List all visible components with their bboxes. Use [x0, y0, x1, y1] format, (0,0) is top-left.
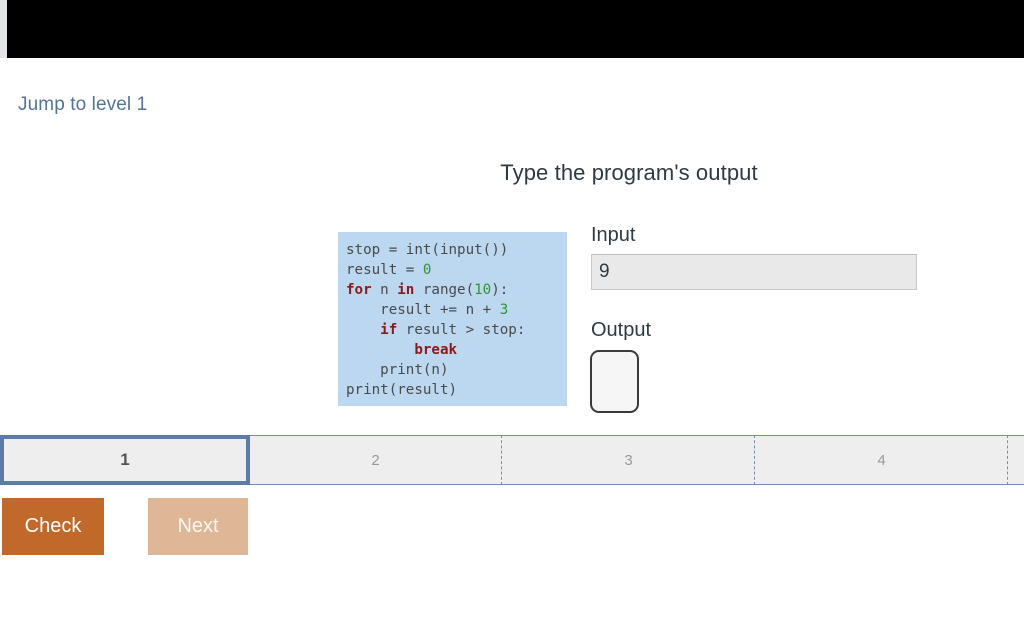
- code-keyword: in: [397, 282, 415, 298]
- level-segment-2[interactable]: 2: [248, 435, 503, 485]
- level-segment-label: 1: [120, 450, 130, 469]
- code-keyword: if: [380, 322, 398, 338]
- code-number: 10: [474, 282, 492, 298]
- code-block: stop = int(input()) result = 0 for n in …: [338, 232, 567, 406]
- page-title: Type the program's output: [500, 160, 758, 185]
- top-black-bar: [7, 0, 1024, 58]
- check-button[interactable]: Check: [2, 498, 104, 555]
- level-segment-label: 2: [371, 451, 380, 469]
- level-progress-bar: 1 2 3 4: [0, 435, 1024, 485]
- input-label: Input: [591, 224, 636, 246]
- jump-to-level-link[interactable]: Jump to level 1: [18, 94, 147, 116]
- code-line: stop = int(input()): [346, 242, 509, 258]
- code-line: print(n): [346, 362, 449, 378]
- code-line: if result > stop:: [380, 322, 526, 338]
- level-segment-label: 3: [624, 451, 633, 469]
- code-line: for n in range(10):: [346, 282, 509, 298]
- code-line: break: [346, 342, 457, 358]
- code-keyword: for: [346, 282, 372, 298]
- code-number: 0: [422, 262, 432, 278]
- next-button[interactable]: Next: [148, 498, 248, 555]
- code-keyword: break: [414, 342, 458, 358]
- code-line: print(result): [346, 382, 458, 398]
- level-segment-1[interactable]: 1: [0, 435, 250, 485]
- level-segment-3[interactable]: 3: [501, 435, 756, 485]
- program-input-field[interactable]: [591, 254, 917, 290]
- output-label: Output: [591, 319, 652, 341]
- code-line: result += n + 3: [346, 302, 509, 318]
- page-background-sliver: [0, 0, 7, 58]
- level-segment-5[interactable]: [1007, 435, 1024, 485]
- level-segment-4[interactable]: 4: [754, 435, 1009, 485]
- level-segment-label: 4: [877, 451, 886, 469]
- code-number: 3: [499, 302, 509, 318]
- code-line: result = 0: [346, 262, 432, 278]
- program-output-field[interactable]: [590, 350, 639, 413]
